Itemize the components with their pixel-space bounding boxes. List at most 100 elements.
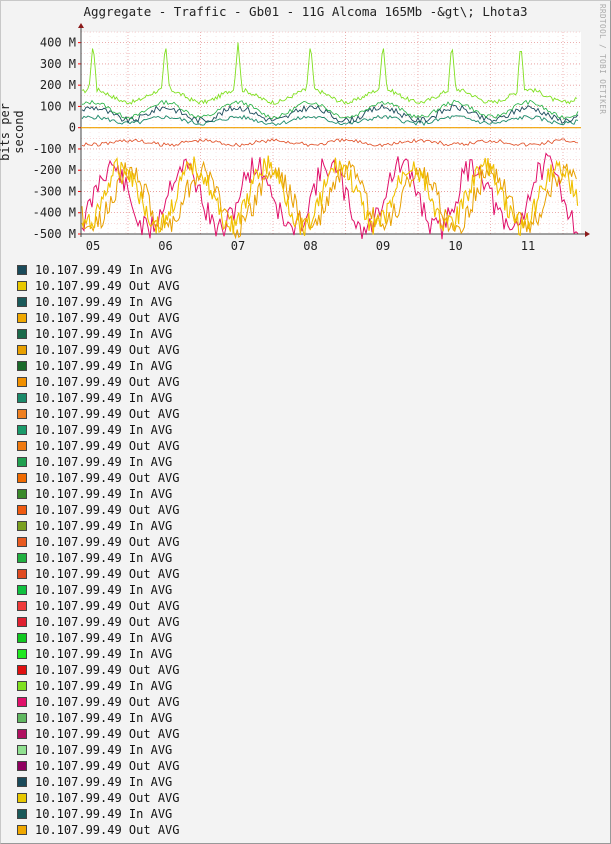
legend-label: 10.107.99.49 In AVG [35, 711, 173, 725]
legend-item: 10.107.99.49 Out AVG [17, 310, 180, 326]
legend-swatch [17, 265, 27, 275]
legend-label: 10.107.99.49 Out AVG [35, 663, 180, 677]
legend-label: 10.107.99.49 Out AVG [35, 471, 180, 485]
legend-swatch [17, 825, 27, 835]
legend-item: 10.107.99.49 In AVG [17, 454, 180, 470]
y-tick-label: 200 M [40, 78, 76, 92]
legend-swatch [17, 745, 27, 755]
legend-label: 10.107.99.49 Out AVG [35, 695, 180, 709]
legend-swatch [17, 633, 27, 643]
x-tick-label: 09 [376, 239, 390, 253]
legend-label: 10.107.99.49 In AVG [35, 423, 173, 437]
legend-swatch [17, 553, 27, 563]
legend-swatch [17, 505, 27, 515]
legend-label: 10.107.99.49 In AVG [35, 679, 173, 693]
traffic-chart: 400 M 300 M 200 M 100 M 0 -100 M -200 M -300 M -… [33, 23, 590, 253]
legend-item: 10.107.99.49 In AVG [17, 326, 180, 342]
legend-item: 10.107.99.49 Out AVG [17, 694, 180, 710]
y-tick-label: -500 M [33, 227, 76, 241]
legend-swatch [17, 809, 27, 819]
legend-label: 10.107.99.49 In AVG [35, 295, 173, 309]
legend-item: 10.107.99.49 In AVG [17, 806, 180, 822]
legend-label: 10.107.99.49 In AVG [35, 807, 173, 821]
legend-label: 10.107.99.49 In AVG [35, 647, 173, 661]
legend-swatch [17, 457, 27, 467]
legend-label: 10.107.99.49 In AVG [35, 487, 173, 501]
legend-swatch [17, 793, 27, 803]
legend-item: 10.107.99.49 Out AVG [17, 758, 180, 774]
y-tick-label: -200 M [33, 163, 76, 177]
x-tick-label: 08 [303, 239, 317, 253]
legend-label: 10.107.99.49 Out AVG [35, 375, 180, 389]
legend-label: 10.107.99.49 In AVG [35, 583, 173, 597]
legend-label: 10.107.99.49 Out AVG [35, 407, 180, 421]
legend-item: 10.107.99.49 In AVG [17, 646, 180, 662]
x-axis-arrow [585, 231, 590, 237]
x-tick-label: 11 [521, 239, 535, 253]
legend-swatch [17, 569, 27, 579]
legend-item: 10.107.99.49 In AVG [17, 742, 180, 758]
legend-item: 10.107.99.49 Out AVG [17, 726, 180, 742]
legend-swatch [17, 521, 27, 531]
legend-swatch [17, 601, 27, 611]
legend-swatch [17, 713, 27, 723]
legend-label: 10.107.99.49 Out AVG [35, 599, 180, 613]
legend-swatch [17, 697, 27, 707]
legend-swatch [17, 425, 27, 435]
legend-item: 10.107.99.49 In AVG [17, 390, 180, 406]
legend-item: 10.107.99.49 In AVG [17, 518, 180, 534]
legend-item: 10.107.99.49 Out AVG [17, 662, 180, 678]
legend-swatch [17, 537, 27, 547]
legend-item: 10.107.99.49 Out AVG [17, 790, 180, 806]
legend-swatch [17, 617, 27, 627]
legend-swatch [17, 281, 27, 291]
legend-swatch [17, 761, 27, 771]
legend-label: 10.107.99.49 Out AVG [35, 615, 180, 629]
legend-label: 10.107.99.49 Out AVG [35, 311, 180, 325]
legend-swatch [17, 473, 27, 483]
x-tick-label: 06 [158, 239, 172, 253]
legend-item: 10.107.99.49 In AVG [17, 678, 180, 694]
legend-item: 10.107.99.49 Out AVG [17, 374, 180, 390]
legend-item: 10.107.99.49 In AVG [17, 358, 180, 374]
legend-item: 10.107.99.49 Out AVG [17, 502, 180, 518]
legend-label: 10.107.99.49 In AVG [35, 391, 173, 405]
legend-label: 10.107.99.49 Out AVG [35, 343, 180, 357]
legend-label: 10.107.99.49 Out AVG [35, 727, 180, 741]
legend-item: 10.107.99.49 Out AVG [17, 598, 180, 614]
legend-item: 10.107.99.49 Out AVG [17, 438, 180, 454]
x-tick-label: 10 [448, 239, 462, 253]
legend-item: 10.107.99.49 In AVG [17, 422, 180, 438]
legend-swatch [17, 489, 27, 499]
legend-label: 10.107.99.49 Out AVG [35, 791, 180, 805]
y-tick-label: 0 [69, 121, 76, 135]
legend-label: 10.107.99.49 In AVG [35, 631, 173, 645]
legend-swatch [17, 377, 27, 387]
legend-label: 10.107.99.49 Out AVG [35, 567, 180, 581]
legend-item: 10.107.99.49 Out AVG [17, 278, 180, 294]
legend-label: 10.107.99.49 In AVG [35, 519, 173, 533]
legend-item: 10.107.99.49 In AVG [17, 262, 180, 278]
legend-swatch [17, 361, 27, 371]
legend-label: 10.107.99.49 In AVG [35, 327, 173, 341]
y-tick-label: -400 M [33, 206, 76, 220]
legend-swatch [17, 729, 27, 739]
legend-item: 10.107.99.49 Out AVG [17, 406, 180, 422]
legend-label: 10.107.99.49 Out AVG [35, 503, 180, 517]
legend-swatch [17, 665, 27, 675]
legend-item: 10.107.99.49 Out AVG [17, 470, 180, 486]
legend-label: 10.107.99.49 Out AVG [35, 823, 180, 837]
legend-label: 10.107.99.49 In AVG [35, 743, 173, 757]
legend-item: 10.107.99.49 Out AVG [17, 342, 180, 358]
legend-swatch [17, 441, 27, 451]
legend-item: 10.107.99.49 Out AVG [17, 822, 180, 838]
legend-swatch [17, 329, 27, 339]
legend-label: 10.107.99.49 Out AVG [35, 439, 180, 453]
legend-item: 10.107.99.49 In AVG [17, 630, 180, 646]
legend-swatch [17, 345, 27, 355]
legend-swatch [17, 313, 27, 323]
legend-item: 10.107.99.49 Out AVG [17, 566, 180, 582]
legend: 10.107.99.49 In AVG 10.107.99.49 Out AVG 1… [17, 262, 180, 838]
y-tick-label: -100 M [33, 142, 76, 156]
y-tick-label: 400 M [40, 36, 76, 50]
